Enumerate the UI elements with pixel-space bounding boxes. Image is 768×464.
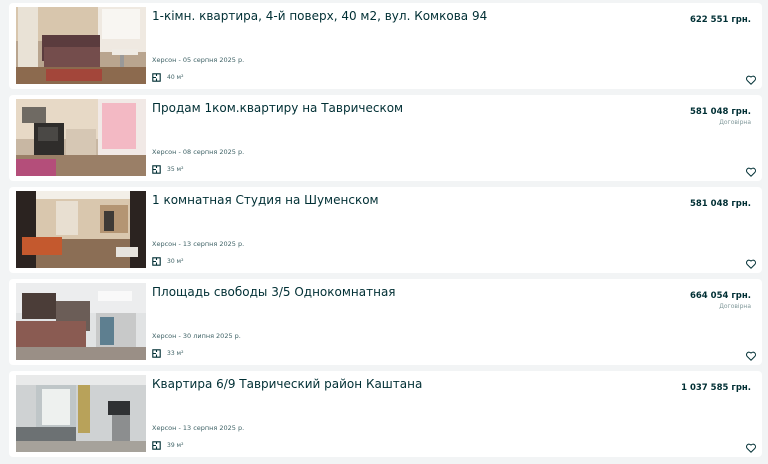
listing-area: 35 м²: [152, 164, 183, 174]
listing-location-date: Херсон - 13 серпня 2025 р.: [152, 424, 245, 432]
heart-icon: [746, 259, 756, 269]
listing-photo[interactable]: [16, 99, 146, 176]
favorite-button[interactable]: [745, 258, 757, 270]
heart-icon: [746, 167, 756, 177]
favorite-button[interactable]: [745, 74, 757, 86]
floor-plan-icon: [152, 256, 161, 266]
listing-location-date: Херсон - 13 серпня 2025 р.: [152, 240, 245, 248]
listing-title[interactable]: 1-кімн. квартира, 4-й поверх, 40 м2, вул…: [152, 9, 487, 24]
listing-price: 581 048 грн.: [689, 107, 751, 117]
listing-price: 1 037 585 грн.: [681, 383, 751, 393]
favorite-button[interactable]: [745, 166, 757, 178]
floor-plan-icon: [152, 440, 161, 450]
listing-photo[interactable]: [16, 191, 146, 268]
listing-title[interactable]: Площадь свободы 3/5 Однокомнатная: [152, 285, 396, 300]
listing-price: 581 048 грн.: [689, 199, 751, 209]
listing-location-date: Херсон - 30 липня 2025 р.: [152, 332, 241, 340]
favorite-button[interactable]: [745, 442, 757, 454]
listing-card[interactable]: Площадь свободы 3/5 Однокомнатная 664 05…: [9, 279, 762, 365]
listing-title[interactable]: Квартира 6/9 Таврический район Каштана: [152, 377, 422, 392]
heart-icon: [746, 443, 756, 453]
listing-results: 1-кімн. квартира, 4-й поверх, 40 м2, вул…: [0, 0, 768, 464]
floor-plan-icon: [152, 72, 161, 82]
listing-photo[interactable]: [16, 283, 146, 360]
listing-title[interactable]: 1 комнатная Студия на Шуменском: [152, 193, 379, 208]
negotiable-label: Договірна: [719, 303, 751, 310]
listing-area: 39 м²: [152, 440, 183, 450]
listing-location-date: Херсон - 05 серпня 2025 р.: [152, 56, 245, 64]
listing-card[interactable]: 1 комнатная Студия на Шуменском 581 048 …: [9, 187, 762, 273]
listing-price: 622 551 грн.: [689, 15, 751, 25]
listing-location-date: Херсон - 08 серпня 2025 р.: [152, 148, 245, 156]
listing-card[interactable]: 1-кімн. квартира, 4-й поверх, 40 м2, вул…: [9, 3, 762, 89]
favorite-button[interactable]: [745, 350, 757, 362]
listing-area-value: 40 м²: [167, 73, 184, 81]
listing-card[interactable]: Квартира 6/9 Таврический район Каштана 1…: [9, 371, 762, 457]
heart-icon: [746, 351, 756, 361]
listing-area: 30 м²: [152, 256, 183, 266]
listing-photo[interactable]: [16, 7, 146, 84]
listing-area-value: 30 м²: [167, 257, 184, 265]
listing-price: 664 054 грн.: [689, 291, 751, 301]
listing-title[interactable]: Продам 1ком.квартиру на Таврическом: [152, 101, 403, 116]
listing-area: 33 м²: [152, 348, 183, 358]
floor-plan-icon: [152, 348, 161, 358]
listing-area: 40 м²: [152, 72, 183, 82]
negotiable-label: Договірна: [719, 119, 751, 126]
listing-card[interactable]: Продам 1ком.квартиру на Таврическом 581 …: [9, 95, 762, 181]
listing-area-value: 39 м²: [167, 441, 184, 449]
listing-photo[interactable]: [16, 375, 146, 452]
heart-icon: [746, 75, 756, 85]
listing-area-value: 33 м²: [167, 349, 184, 357]
floor-plan-icon: [152, 164, 161, 174]
listing-area-value: 35 м²: [167, 165, 184, 173]
